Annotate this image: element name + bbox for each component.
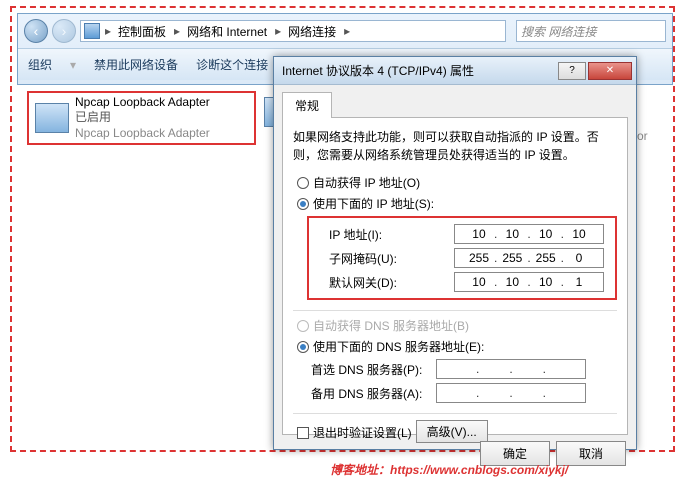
dns1-field[interactable]: . . .	[436, 359, 586, 379]
advanced-button[interactable]: 高级(V)...	[416, 420, 488, 443]
validate-checkbox[interactable]	[297, 427, 309, 439]
blog-address: 博客地址：https://www.cnblogs.com/xiykj/	[330, 461, 568, 478]
back-button[interactable]: ‹	[24, 19, 48, 43]
tab-general[interactable]: 常规	[282, 92, 332, 118]
dialog-title: Internet 协议版本 4 (TCP/IPv4) 属性	[282, 62, 474, 79]
address-bar[interactable]: ▸ 控制面板 ▸ 网络和 Internet ▸ 网络连接 ▸	[80, 20, 506, 42]
forward-button[interactable]: ›	[52, 19, 76, 43]
radio-icon	[297, 198, 309, 210]
chevron-right-icon[interactable]: ▸	[103, 24, 113, 38]
diagnose-button[interactable]: 诊断这个连接	[196, 56, 268, 73]
adapter-status: 已启用	[75, 110, 210, 126]
truncated-text: or	[637, 129, 648, 143]
breadcrumb-item[interactable]: 网络和 Internet	[182, 21, 273, 41]
titlebar[interactable]: Internet 协议版本 4 (TCP/IPv4) 属性 ? ✕	[274, 57, 636, 85]
chevron-right-icon[interactable]: ▸	[172, 24, 182, 38]
dns2-field[interactable]: . . .	[436, 383, 586, 403]
close-button[interactable]: ✕	[588, 62, 632, 80]
blog-link[interactable]: https://www.cnblogs.com/xiykj/	[390, 463, 568, 477]
help-button[interactable]: ?	[558, 62, 586, 80]
radio-dns-auto: 自动获得 DNS 服务器地址(B)	[297, 317, 617, 334]
dns1-label: 首选 DNS 服务器(P):	[311, 361, 436, 378]
organize-menu[interactable]: 组织	[28, 56, 52, 73]
location-icon	[84, 23, 100, 39]
radio-dns-manual[interactable]: 使用下面的 DNS 服务器地址(E):	[297, 338, 617, 355]
mask-label: 子网掩码(U):	[329, 250, 454, 267]
ip-address-field[interactable]: 10. 10. 10. 10	[454, 224, 604, 244]
subnet-mask-field[interactable]: 255. 255. 255. 0	[454, 248, 604, 268]
info-text: 如果网络支持此功能，则可以获取自动指派的 IP 设置。否则，您需要从网络系统管理…	[293, 128, 617, 164]
chevron-right-icon[interactable]: ▸	[342, 24, 352, 38]
ip-label: IP 地址(I):	[329, 226, 454, 243]
ipv4-properties-dialog: Internet 协议版本 4 (TCP/IPv4) 属性 ? ✕ 常规 如果网…	[273, 56, 637, 450]
radio-icon	[297, 320, 309, 332]
adapter-item[interactable]: Npcap Loopback Adapter 已启用 Npcap Loopbac…	[27, 91, 256, 145]
radio-icon	[297, 177, 309, 189]
breadcrumb-item[interactable]: 控制面板	[113, 21, 172, 41]
adapter-desc: Npcap Loopback Adapter	[75, 126, 210, 142]
ip-fields-highlight: IP 地址(I): 10. 10. 10. 10 子网掩码(U): 255. 2…	[307, 216, 617, 300]
gateway-label: 默认网关(D):	[329, 274, 454, 291]
radio-ip-auto[interactable]: 自动获得 IP 地址(O)	[297, 174, 617, 191]
chevron-right-icon[interactable]: ▸	[273, 24, 283, 38]
gateway-field[interactable]: 10. 10. 10. 1	[454, 272, 604, 292]
radio-icon	[297, 341, 309, 353]
network-adapter-icon	[35, 103, 69, 133]
radio-ip-manual[interactable]: 使用下面的 IP 地址(S):	[297, 195, 617, 212]
breadcrumb-item[interactable]: 网络连接	[283, 21, 342, 41]
search-input[interactable]: 搜索 网络连接	[516, 20, 666, 42]
adapter-name: Npcap Loopback Adapter	[75, 95, 210, 111]
dns2-label: 备用 DNS 服务器(A):	[311, 385, 436, 402]
disable-device-button[interactable]: 禁用此网络设备	[94, 56, 178, 73]
validate-label: 退出时验证设置(L)	[313, 424, 412, 441]
